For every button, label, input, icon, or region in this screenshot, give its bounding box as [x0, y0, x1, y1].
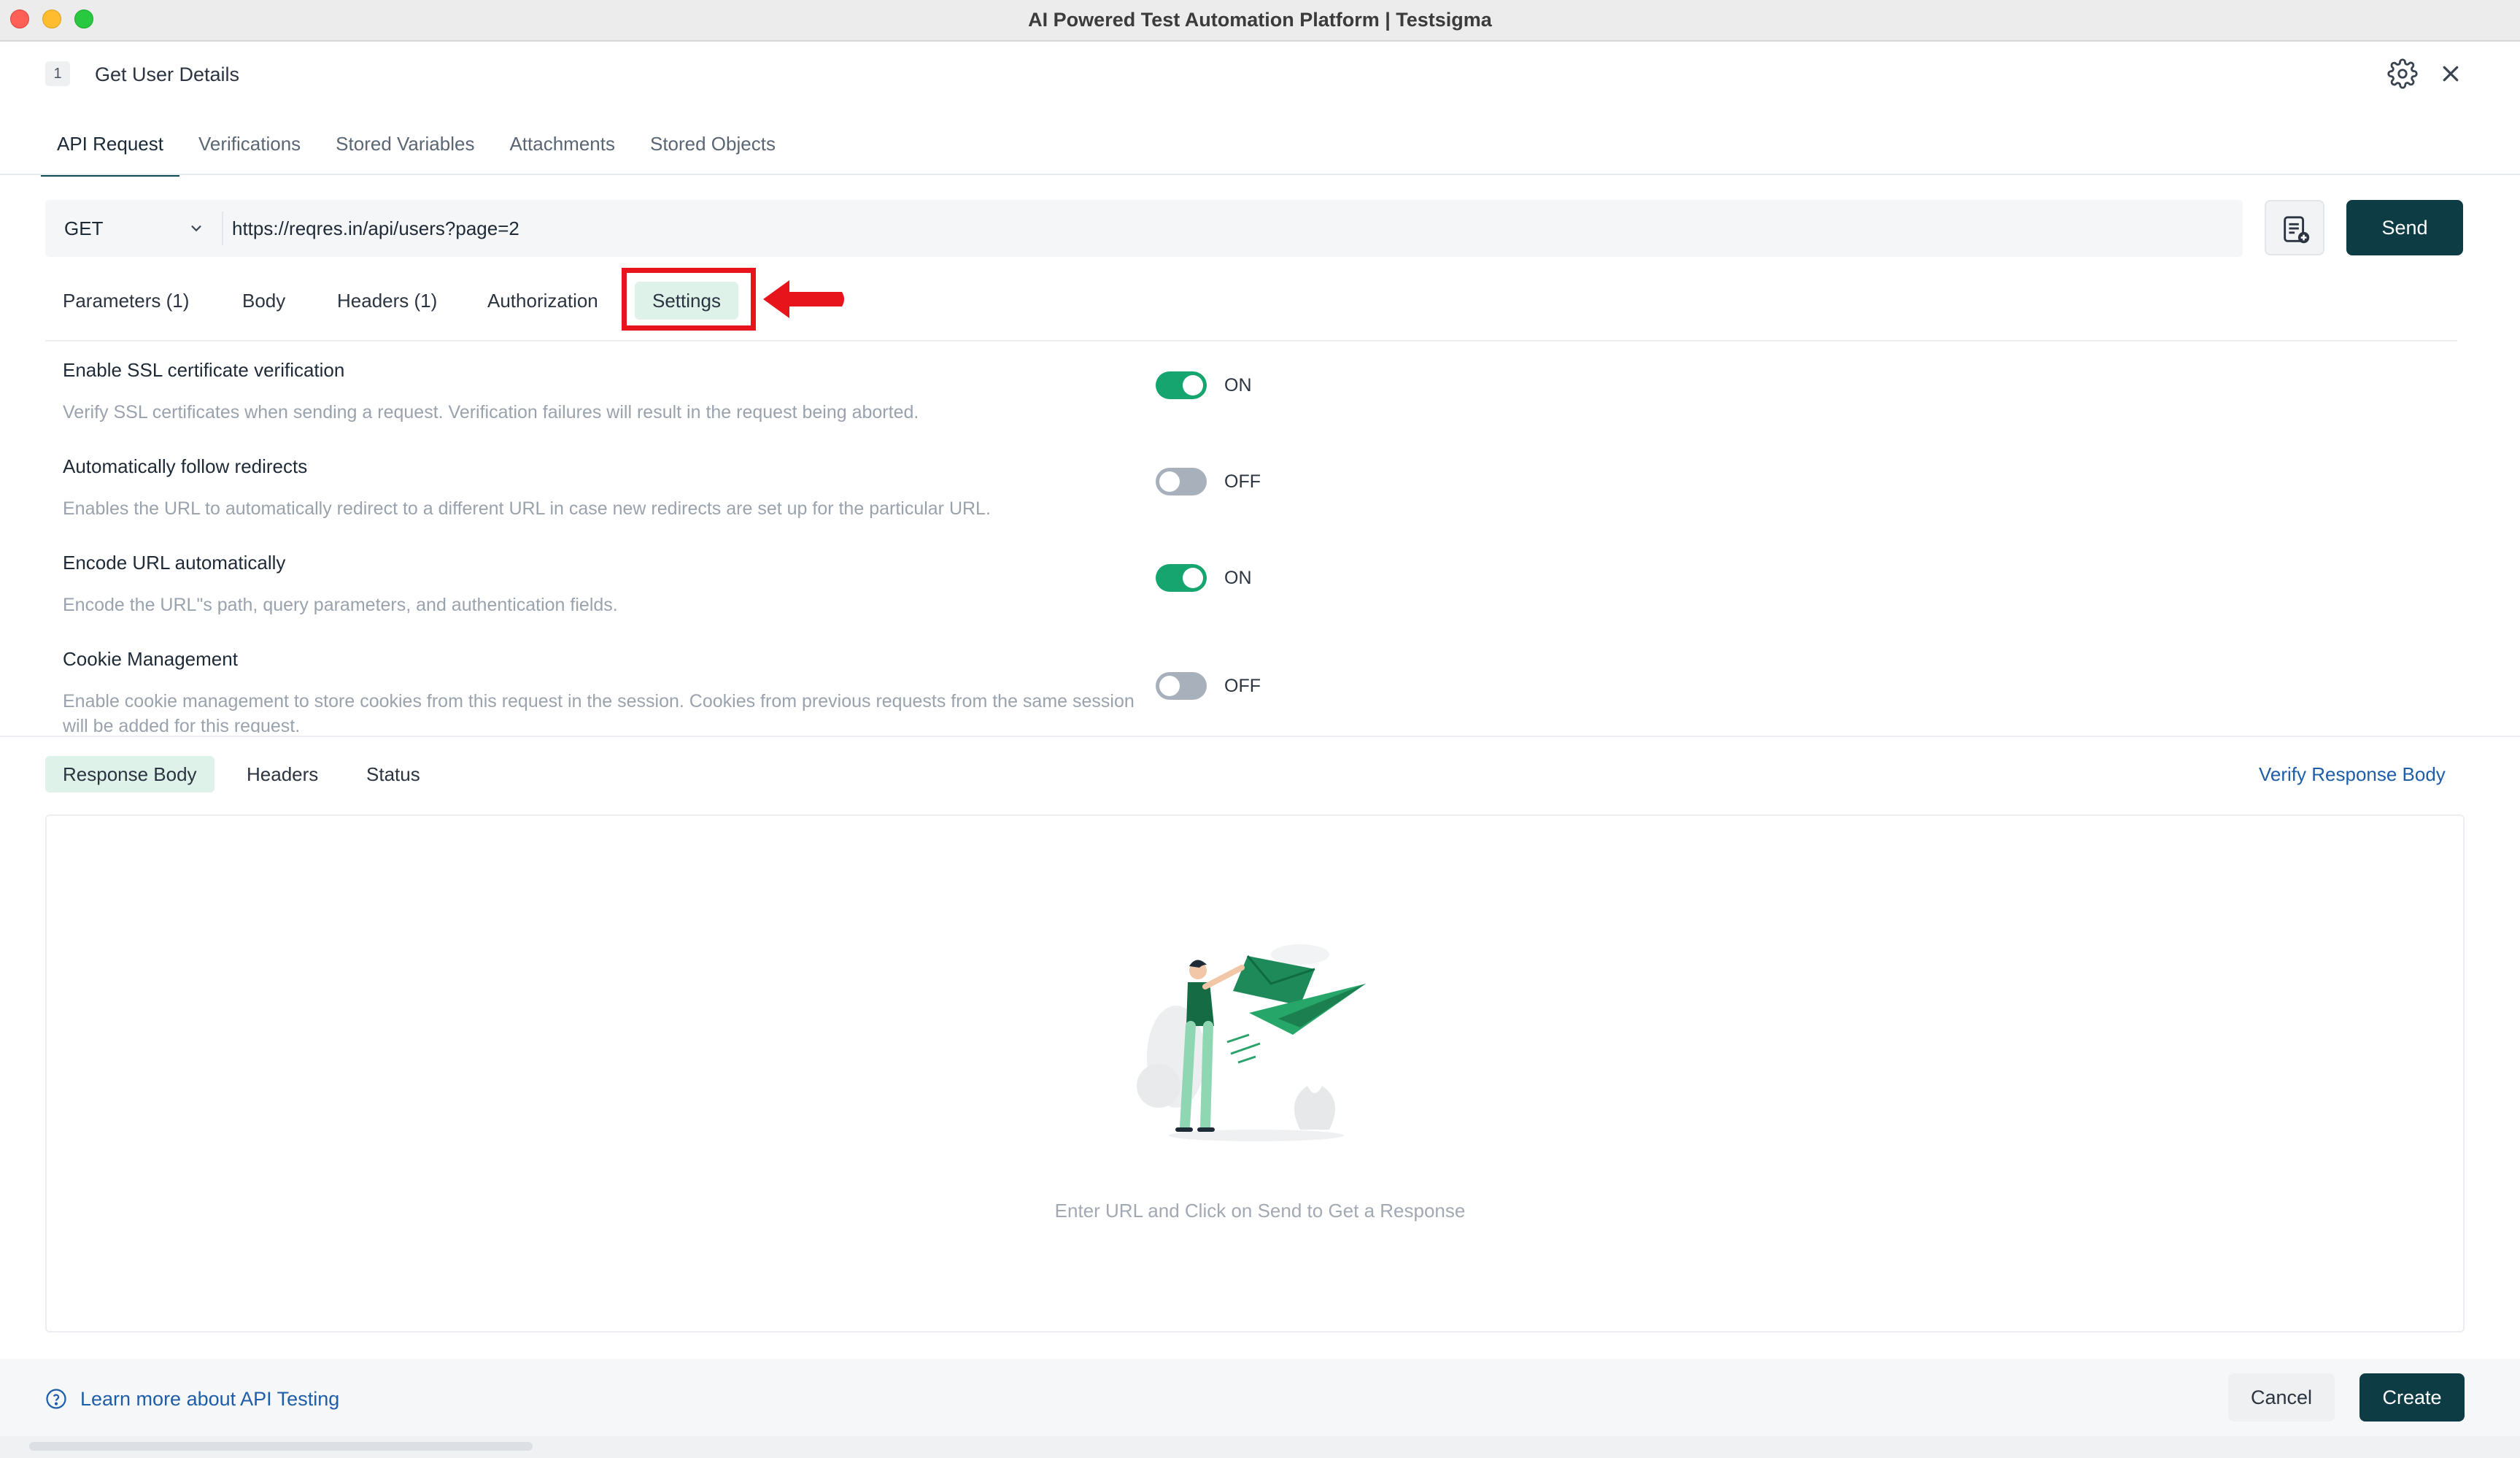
help-circle-icon: [46, 1389, 66, 1409]
top-tab-bar: API Request Verifications Stored Variabl…: [41, 124, 795, 177]
tab-stored-variables[interactable]: Stored Variables: [320, 124, 490, 172]
window-titlebar: AI Powered Test Automation Platform | Te…: [0, 0, 2520, 42]
window-title: AI Powered Test Automation Platform | Te…: [1028, 9, 1492, 31]
annotation-arrow-icon: [763, 280, 844, 318]
divider: [222, 212, 223, 245]
url-input[interactable]: [232, 200, 2202, 257]
verify-response-body-link[interactable]: Verify Response Body: [2259, 756, 2446, 792]
chevron-down-icon[interactable]: [188, 220, 204, 236]
toggle-state-label: OFF: [1224, 471, 1261, 492]
empty-response-message: Enter URL and Click on Send to Get a Res…: [1054, 1200, 1466, 1222]
tab-attachments[interactable]: Attachments: [493, 124, 631, 172]
empty-response-illustration: [1137, 944, 1366, 1141]
annotation-highlight-box: [622, 268, 756, 331]
create-button[interactable]: Create: [2359, 1373, 2465, 1422]
setting-title-ssl: Enable SSL certificate verification: [63, 359, 345, 381]
toggle-state-label: OFF: [1224, 676, 1261, 696]
close-icon[interactable]: [2435, 58, 2466, 89]
step-title: Get User Details: [95, 63, 240, 85]
url-bar: GET: [45, 200, 2243, 257]
tab-parameters[interactable]: Parameters (1): [63, 282, 189, 320]
toggle-state-label: ON: [1224, 375, 1252, 396]
toggle-state-label: ON: [1224, 568, 1252, 588]
setting-title-encode-url: Encode URL automatically: [63, 552, 286, 574]
cancel-button[interactable]: Cancel: [2228, 1373, 2335, 1422]
tab-body[interactable]: Body: [242, 282, 285, 320]
learn-more-api-testing-link[interactable]: Learn more about API Testing: [80, 1386, 339, 1411]
setting-description-redirects: Enables the URL to automatically redirec…: [63, 498, 991, 519]
toggle-encode-url[interactable]: [1156, 564, 1207, 592]
tab-api-request[interactable]: API Request: [41, 124, 179, 177]
tab-response-headers[interactable]: Headers: [247, 756, 318, 792]
divider: [45, 340, 2457, 342]
tab-headers[interactable]: Headers (1): [337, 282, 437, 320]
tab-response-status[interactable]: Status: [366, 756, 420, 792]
setting-title-cookie: Cookie Management: [63, 648, 238, 670]
setting-description-cookie: Enable cookie management to store cookie…: [63, 691, 1135, 733]
gear-icon[interactable]: [2387, 58, 2418, 89]
setting-description-encode-url: Encode the URL"s path, query parameters,…: [63, 595, 618, 615]
tab-authorization[interactable]: Authorization: [487, 282, 598, 320]
divider: [0, 174, 2520, 175]
send-button[interactable]: Send: [2346, 200, 2463, 255]
toggle-ssl-verification[interactable]: [1156, 371, 1207, 399]
setting-description-ssl: Verify SSL certificates when sending a r…: [63, 402, 919, 423]
tab-verifications[interactable]: Verifications: [182, 124, 317, 172]
setting-title-redirects: Automatically follow redirects: [63, 455, 308, 477]
step-number-badge: 1: [45, 61, 70, 86]
divider: [0, 736, 2520, 737]
tab-stored-objects[interactable]: Stored Objects: [634, 124, 792, 172]
add-document-button[interactable]: [2265, 200, 2324, 255]
http-method-select[interactable]: GET: [64, 200, 103, 257]
document-add-icon: [2284, 216, 2310, 244]
scrollbar-thumb[interactable]: [29, 1442, 533, 1451]
toggle-follow-redirects[interactable]: [1156, 468, 1207, 495]
toggle-cookie-management[interactable]: [1156, 672, 1207, 700]
tab-response-body[interactable]: Response Body: [45, 756, 214, 792]
